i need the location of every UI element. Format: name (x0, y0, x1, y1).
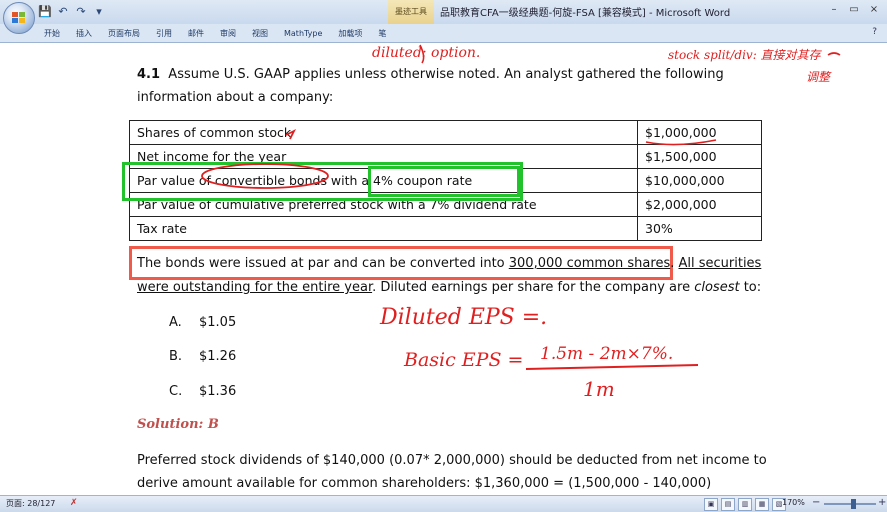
ink-denominator: 1m (583, 377, 615, 401)
option-text: $1.36 (199, 384, 237, 399)
tab-pen[interactable]: 笔 (370, 26, 394, 41)
option-letter: B. (169, 349, 183, 364)
minimize-button[interactable]: – (825, 3, 843, 17)
tab-page-layout[interactable]: 页面布局 (100, 26, 148, 41)
underlined-text: 300,000 common shares (508, 256, 671, 271)
save-icon[interactable]: 💾 (38, 5, 52, 19)
option-text: $1.26 (199, 349, 237, 364)
title-bar: 💾 ↶ ↷ ▾ 墨迹工具 品职教育CFA一级经典题-何旋-FSA [兼容模式] … (0, 0, 887, 34)
paragraph-line1: The bonds were issued at par and can be … (137, 256, 761, 271)
redo-icon[interactable]: ↷ (74, 5, 88, 19)
ink-fraction-line (525, 364, 699, 370)
table-cell-value: 30% (637, 216, 762, 241)
ink-stroke (419, 44, 425, 64)
view-buttons: ▣ ▤ ▥ ▦ ▧ (704, 498, 786, 511)
tab-insert[interactable]: 插入 (68, 26, 100, 41)
office-logo-icon (12, 12, 25, 23)
ink-diluted-eps: Diluted EPS =. (379, 305, 547, 330)
proofing-icon[interactable]: ✗ (70, 498, 78, 508)
paragraph-text: to: (739, 280, 762, 295)
green-highlight-box-coupon (368, 166, 520, 197)
undo-icon[interactable]: ↶ (56, 5, 70, 19)
zoom-in-button[interactable]: + (878, 497, 886, 508)
zoom-out-button[interactable]: − (812, 497, 820, 508)
help-icon[interactable]: ? (872, 27, 877, 37)
ink-note-top-left: diluted: option. (372, 45, 480, 61)
table-cell-value: $2,000,000 (637, 192, 762, 217)
web-layout-view-button[interactable]: ▥ (738, 498, 752, 511)
tab-references[interactable]: 引用 (148, 26, 180, 41)
office-button[interactable] (3, 2, 35, 34)
ink-note-top-right: stock split/div: 直接对其存 (668, 48, 823, 62)
ink-basic-eps: Basic EPS = (403, 349, 523, 371)
paragraph-text: The bonds were issued at par and can be … (137, 256, 509, 271)
solution-label: Solution: B (137, 417, 219, 432)
outline-view-button[interactable]: ▦ (755, 498, 769, 511)
ink-tools-context-label: 墨迹工具 (388, 0, 434, 24)
table-cell-label: Tax rate (129, 216, 638, 241)
zoom-level[interactable]: 170% (782, 498, 805, 507)
zoom-slider-thumb[interactable] (851, 499, 856, 509)
tab-home[interactable]: 开始 (36, 26, 68, 41)
paragraph-text: . Diluted earnings per share for the com… (372, 280, 695, 295)
full-screen-view-button[interactable]: ▤ (721, 498, 735, 511)
option-letter: C. (169, 384, 183, 399)
status-bar: 页面: 28/127 ✗ ▣ ▤ ▥ ▦ ▧ 170% − + (0, 495, 887, 512)
option-letter: A. (169, 315, 182, 330)
ribbon-tab-bar: 开始 插入 页面布局 引用 邮件 审阅 视图 MathType 加载项 笔 ? (0, 24, 887, 43)
page-counter[interactable]: 页面: 28/127 (6, 498, 55, 509)
window-title: 品职教育CFA一级经典题-何旋-FSA [兼容模式] - Microsoft W… (440, 8, 731, 19)
quick-access-toolbar: 💾 ↶ ↷ ▾ (38, 4, 106, 20)
option-text: $1.05 (199, 315, 237, 330)
question-stem-line1: Assume U.S. GAAP applies unless otherwis… (168, 67, 724, 82)
document-area[interactable]: 4.1 Assume U.S. GAAP applies unless othe… (0, 43, 887, 495)
document-page: 4.1 Assume U.S. GAAP applies unless othe… (0, 43, 887, 495)
ink-stroke (827, 52, 841, 56)
tab-addins[interactable]: 加载项 (330, 26, 370, 41)
maximize-button[interactable]: ▭ (845, 3, 863, 17)
table-cell-value: $1,500,000 (637, 144, 762, 169)
print-layout-view-button[interactable]: ▣ (704, 498, 718, 511)
tab-view[interactable]: 视图 (244, 26, 276, 41)
emphasis-text: closest (694, 280, 740, 295)
table-cell-value: $10,000,000 (637, 168, 762, 193)
table-row: Tax rate 30% (129, 216, 762, 241)
tab-review[interactable]: 审阅 (212, 26, 244, 41)
ink-note-top-right-2: 调整 (806, 70, 832, 84)
underlined-text: All securities (678, 256, 762, 271)
solution-line1: Preferred stock dividends of $140,000 (0… (137, 453, 767, 468)
zoom-slider-track[interactable] (824, 503, 876, 505)
underlined-text: were outstanding for the entire year (137, 280, 373, 295)
close-button[interactable]: × (865, 3, 883, 17)
table-row: Shares of common stock $1,000,000 (129, 120, 762, 145)
table-cell-label: Shares of common stock (129, 120, 638, 145)
table-cell-value: $1,000,000 (637, 120, 762, 145)
question-stem: 4.1 Assume U.S. GAAP applies unless othe… (137, 67, 724, 82)
window-controls: – ▭ × (825, 3, 883, 17)
customize-qat-icon[interactable]: ▾ (92, 5, 106, 19)
tab-mathtype[interactable]: MathType (276, 26, 330, 41)
ink-numerator: 1.5m - 2m×7%. (540, 344, 673, 364)
question-number: 4.1 (137, 67, 161, 82)
tab-mailings[interactable]: 邮件 (180, 26, 212, 41)
question-stem-line2: information about a company: (137, 90, 334, 105)
paragraph-line2: were outstanding for the entire year. Di… (137, 280, 761, 295)
solution-line2: derive amount available for common share… (137, 476, 712, 491)
